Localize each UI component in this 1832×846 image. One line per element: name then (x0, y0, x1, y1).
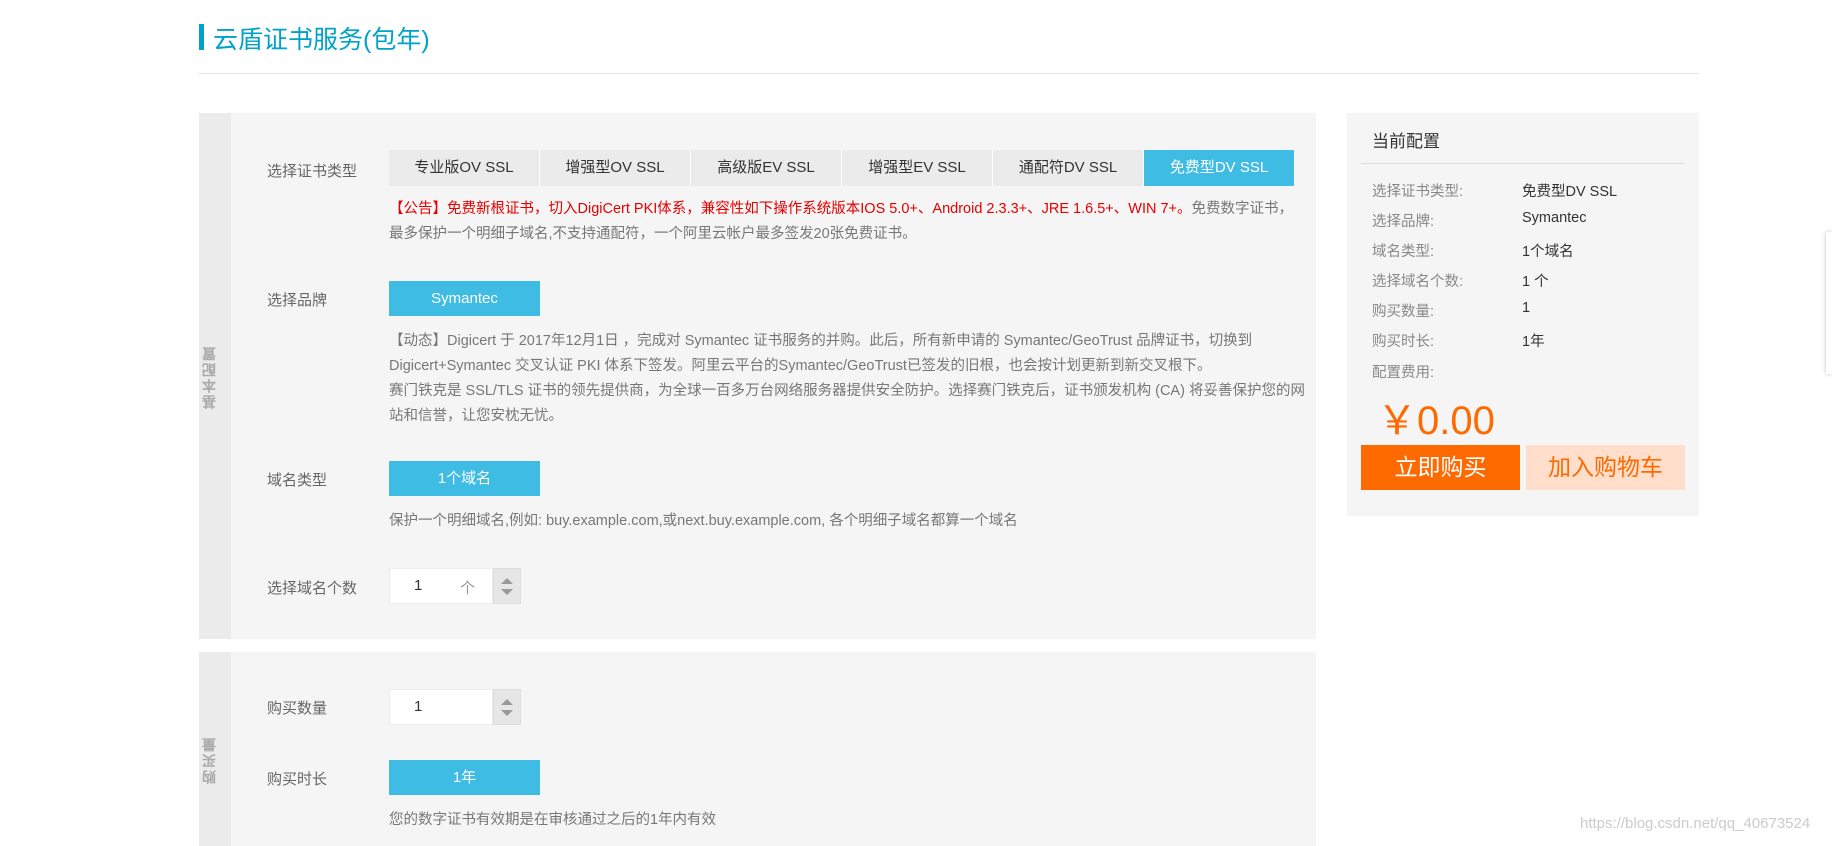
quantity-input[interactable]: 1 (389, 689, 493, 725)
summary-key: 选择证书类型: (1372, 184, 1464, 200)
quantity-stepper: 1 (389, 689, 521, 725)
add-to-cart-button[interactable]: 加入购物车 (1526, 445, 1685, 490)
duration-1-year-button[interactable]: 1年 (389, 760, 540, 795)
brand-news-text: 【动态】Digicert 于 2017年12月1日 ，完成对 Symantec … (389, 333, 1253, 374)
summary-value: 1 (1522, 300, 1531, 316)
duration-label: 购买时长 (267, 771, 328, 788)
tab-free-dv-ssl[interactable]: 免费型DV SSL (1144, 150, 1295, 186)
tab-enhanced-ev-ssl[interactable]: 增强型EV SSL (842, 150, 993, 186)
domain-type-label: 域名类型 (267, 472, 328, 489)
quantity-value: 1 (414, 698, 423, 715)
summary-divider (1361, 163, 1685, 164)
decrement-arrow-icon[interactable] (501, 588, 513, 595)
duration-desc: 您的数字证书有效期是在审核通过之后的1年内有效 (389, 812, 717, 828)
buy-now-button[interactable]: 立即购买 (1361, 445, 1520, 490)
summary-key: 配置费用: (1372, 365, 1435, 381)
domain-count-unit: 个 (460, 580, 476, 597)
basic-config-side: 基本配置 (199, 113, 231, 639)
page: 云盾证书服务(包年) 基本配置 选择证书类型 专业版OV SSL 增强型OV S… (0, 0, 1832, 846)
decrement-arrow-icon[interactable] (501, 709, 513, 716)
quantity-label: 购买数量 (267, 700, 328, 717)
cert-type-label: 选择证书类型 (267, 163, 358, 180)
domain-count-spinner (493, 568, 521, 604)
purchase-side-label: 购买量 (201, 736, 217, 784)
quantity-spinner (493, 689, 521, 725)
basic-config-panel: 基本配置 选择证书类型 专业版OV SSL 增强型OV SSL 高级版EV SS… (199, 113, 1316, 639)
tab-pro-ov-ssl[interactable]: 专业版OV SSL (389, 150, 540, 186)
increment-arrow-icon[interactable] (501, 698, 513, 705)
summary-key: 选择域名个数: (1372, 274, 1464, 290)
domain-type-desc: 保护一个明细域名,例如: buy.example.com,或next.buy.e… (389, 513, 1018, 529)
purchase-panel: 购买量 购买数量 1 购买时长 1年 您的数字证书有效期是在审核通过之后的1年内… (199, 652, 1316, 846)
domain-count-input[interactable]: 1 个 (389, 568, 493, 604)
floating-side-tab[interactable] (1826, 232, 1832, 374)
summary-value: Symantec (1522, 210, 1587, 226)
domain-count-stepper: 1 个 (389, 568, 521, 604)
domain-count-label: 选择域名个数 (267, 580, 358, 597)
domain-count-value: 1 (414, 577, 423, 594)
summary-value: 1 个 (1522, 274, 1549, 290)
summary-value: 1个域名 (1522, 244, 1574, 260)
summary-key: 域名类型: (1372, 244, 1435, 260)
summary-title: 当前配置 (1372, 132, 1440, 151)
purchase-side: 购买量 (199, 652, 231, 846)
domain-type-single-button[interactable]: 1个域名 (389, 461, 540, 496)
summary-key: 购买时长: (1372, 334, 1435, 350)
summary-key: 选择品牌: (1372, 214, 1435, 230)
tab-wildcard-dv-ssl[interactable]: 通配符DV SSL (993, 150, 1144, 186)
current-config-summary: 当前配置 选择证书类型: 免费型DV SSL 选择品牌: Symantec 域名… (1347, 113, 1699, 516)
title-accent-bar (199, 24, 204, 50)
summary-value: 1年 (1522, 334, 1545, 350)
brand-symantec-button[interactable]: Symantec (389, 281, 540, 316)
page-header: 云盾证书服务(包年) (199, 18, 1699, 74)
tab-advanced-ev-ssl[interactable]: 高级版EV SSL (691, 150, 842, 186)
brand-intro-text: 赛门铁克是 SSL/TLS 证书的领先提供商，为全球一百多万台网络服务器提供安全… (389, 383, 1305, 424)
increment-arrow-icon[interactable] (501, 577, 513, 584)
cert-notice: 【公告】免费新根证书，切入DigiCert PKI体系，兼容性如下操作系统版本I… (389, 197, 1304, 247)
brand-label: 选择品牌 (267, 292, 328, 309)
total-price: ￥0.00 (1377, 399, 1495, 443)
basic-config-side-label: 基本配置 (201, 345, 217, 409)
page-title: 云盾证书服务(包年) (213, 26, 430, 54)
cert-type-tabs: 专业版OV SSL 增强型OV SSL 高级版EV SSL 增强型EV SSL … (389, 150, 1295, 186)
watermark: https://blog.csdn.net/qq_40673524 (1580, 815, 1811, 832)
tab-enhanced-ov-ssl[interactable]: 增强型OV SSL (540, 150, 691, 186)
cert-notice-announcement: 【公告】免费新根证书，切入DigiCert PKI体系，兼容性如下操作系统版本I… (389, 201, 1192, 217)
summary-key: 购买数量: (1372, 304, 1435, 320)
summary-value: 免费型DV SSL (1522, 184, 1618, 200)
